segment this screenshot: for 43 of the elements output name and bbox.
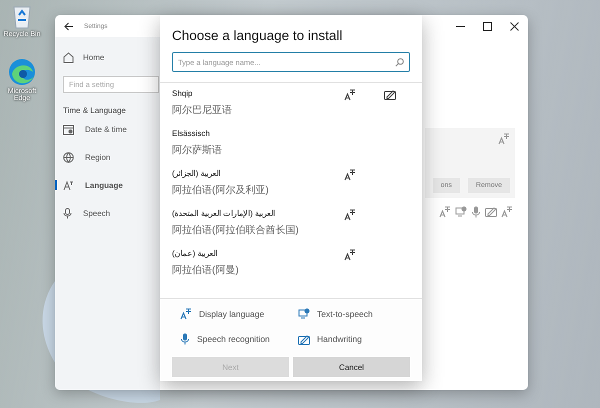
language-name[interactable]: العربية (الإمارات العربية المتحدة) (172, 209, 275, 218)
search-icon (395, 58, 404, 66)
dialog-button[interactable]: Cancel (293, 357, 410, 377)
feature-legend-label: Display language (199, 309, 264, 319)
feature-legend-label: Speech recognition (197, 334, 270, 344)
microphone-icon (471, 206, 481, 218)
language-translation: 阿拉伯语(阿曼) (172, 264, 240, 277)
browser-icon (8, 58, 36, 86)
feature-legend-label: Handwriting (317, 334, 362, 344)
display-language-icon (501, 206, 513, 218)
section-heading: Time & Language (63, 106, 127, 115)
feature-legend-label: Text-to-speech (317, 309, 373, 319)
handwriting-icon (485, 206, 497, 218)
microphone-icon (180, 333, 190, 345)
language-translation: 阿拉伯语(阿尔及利亚) (172, 184, 270, 197)
language-translation: 阿拉伯语(阿拉伯联合酋长国) (172, 224, 300, 237)
language-icon (63, 180, 74, 190)
language-translation: 阿尔巴尼亚语 (172, 104, 233, 117)
nav-item[interactable]: Speech (63, 199, 160, 227)
handwriting-icon (298, 334, 310, 344)
calendar-icon (63, 124, 74, 134)
text-to-speech-icon (298, 308, 310, 320)
microphone-icon (63, 208, 72, 218)
language-list-item[interactable]: Shqip 阿尔巴尼亚语 (172, 89, 410, 129)
back-arrow-icon[interactable] (64, 22, 74, 30)
language-name[interactable]: العربية (الجزائر) (172, 169, 221, 178)
text-to-speech-icon (455, 206, 467, 218)
globe-icon (63, 152, 74, 162)
nav-item[interactable]: Region (63, 143, 160, 171)
language-name[interactable]: Elsässisch (172, 129, 210, 138)
display-language-icon (498, 133, 510, 145)
dialog-title: Choose a language to install (172, 28, 344, 43)
language-translation: 阿尔萨斯语 (172, 144, 223, 157)
language-name[interactable]: العربية (عمان) (172, 249, 218, 258)
maximize-icon[interactable] (483, 22, 492, 30)
nav-item[interactable]: Date & time (63, 115, 160, 143)
home-nav-item[interactable]: Home (63, 49, 160, 65)
display-language-icon (439, 206, 451, 218)
language-list-item[interactable]: Elsässisch 阿尔萨斯语 (172, 129, 410, 169)
display-language-icon (180, 308, 192, 320)
home-icon (63, 52, 74, 62)
language-name[interactable]: Shqip (172, 89, 192, 98)
close-icon[interactable] (510, 22, 519, 30)
